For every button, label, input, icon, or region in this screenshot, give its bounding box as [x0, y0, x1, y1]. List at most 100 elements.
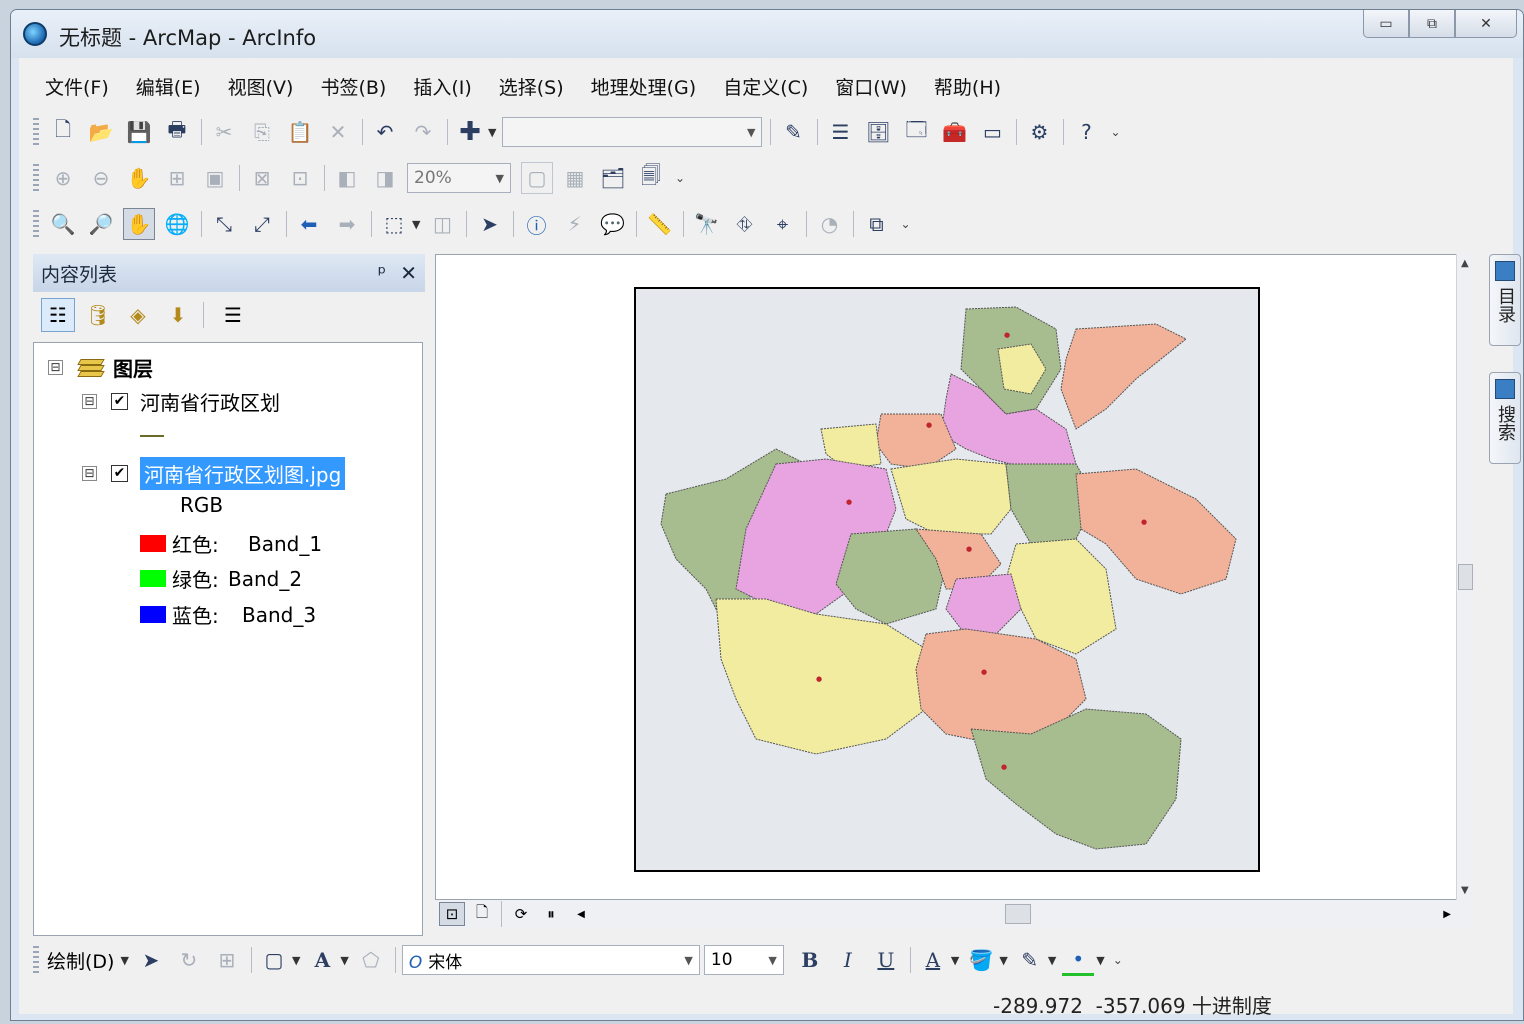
scroll-up-icon[interactable]: ▲ [1461, 258, 1469, 269]
toolbar-options-icon[interactable]: ⌄ [1113, 953, 1123, 967]
toolbar-options-icon[interactable]: ⌄ [675, 171, 685, 185]
layer-henan-jpg[interactable]: ⊟ ✔ 河南省行政区划图.jpg [82, 457, 346, 490]
delete-icon[interactable]: ✕ [322, 116, 354, 148]
menu-edit[interactable]: 编辑(E) [136, 73, 201, 100]
line-symbol[interactable] [140, 431, 164, 441]
change-layout-icon[interactable]: 🗂 [597, 162, 629, 194]
toolbar-options-icon[interactable]: ⌄ [900, 217, 910, 231]
redo-icon[interactable]: ↷ [407, 116, 439, 148]
measure-icon[interactable]: 📏 [643, 208, 675, 240]
map-display[interactable]: ● ● ● ● ● ● ● ● [435, 254, 1473, 900]
text-icon[interactable]: A [306, 944, 338, 976]
time-slider-icon[interactable]: ◔ [813, 208, 845, 240]
fixed-zoom-in-icon[interactable]: ⤡ [208, 208, 240, 240]
editor-toolbar-icon[interactable]: ✎ [777, 116, 809, 148]
zoom-in-icon[interactable]: 🔍 [47, 208, 79, 240]
draw-menu-dropdown-icon[interactable]: ▼ [120, 954, 128, 967]
identify-icon[interactable]: ⓘ [520, 208, 552, 240]
line-color-icon[interactable]: ✎ [1014, 944, 1046, 976]
band-green-row[interactable]: 绿色: Band_2 [140, 564, 302, 593]
vertical-scroll-thumb[interactable] [1458, 564, 1473, 590]
zoom-to-selected-elements-icon[interactable]: ⊞ [211, 944, 243, 976]
toolbar-grip[interactable] [33, 210, 39, 238]
minimize-button[interactable]: ▭ [1363, 10, 1409, 38]
menu-windows[interactable]: 窗口(W) [835, 73, 907, 100]
layer-name-selected[interactable]: 河南省行政区划图.jpg [140, 457, 346, 490]
search-tab[interactable]: 搜索 [1489, 372, 1521, 464]
font-size-combo[interactable]: 10 ▼ [703, 945, 784, 975]
go-forward-icon[interactable]: ➡ [331, 208, 363, 240]
add-data-icon[interactable]: ✚ [454, 116, 486, 148]
cut-icon[interactable]: ✂ [208, 116, 240, 148]
html-popup-icon[interactable]: 💬 [596, 208, 628, 240]
layer-name[interactable]: 河南省行政区划 [140, 387, 280, 416]
menu-bookmarks[interactable]: 书签(B) [320, 73, 386, 100]
maximize-button[interactable]: ⧉ [1409, 10, 1455, 38]
collapse-icon[interactable]: ⊟ [82, 466, 97, 481]
font-color-dropdown-icon[interactable]: ▼ [951, 954, 959, 967]
catalog-window-icon[interactable]: 🗄 [862, 116, 894, 148]
python-window-icon[interactable]: ▭ [976, 116, 1008, 148]
list-by-source-icon[interactable]: 🛢 [81, 298, 115, 332]
add-data-dropdown-icon[interactable]: ▼ [488, 126, 496, 139]
layer-visibility-checkbox[interactable]: ✔ [111, 465, 128, 482]
list-by-visibility-icon[interactable]: ◈ [121, 298, 155, 332]
collapse-icon[interactable]: ⊟ [48, 360, 63, 375]
select-features-icon[interactable]: ⬚ [378, 208, 410, 240]
toggle-draft-mode-icon[interactable]: ▢ [521, 162, 553, 194]
data-driven-pages-icon[interactable]: 🗐 [635, 162, 667, 194]
options-icon[interactable]: ☰ [216, 298, 250, 332]
editor-scale-combo[interactable]: ▼ [502, 117, 763, 147]
marker-color-icon[interactable]: • [1062, 944, 1095, 976]
hyperlink-icon[interactable]: ⚡ [558, 208, 590, 240]
toolbar-grip[interactable] [33, 118, 39, 146]
title-bar[interactable]: 无标题 - ArcMap - ArcInfo ▭ ⧉ ✕ [11, 10, 1523, 58]
data-view-icon[interactable]: ⊡ [439, 902, 465, 926]
rectangle-icon[interactable]: ▢ [258, 944, 290, 976]
pause-drawing-icon[interactable]: ⏸ [538, 902, 564, 926]
menu-geoprocessing[interactable]: 地理处理(G) [591, 73, 697, 100]
layer-henan-boundaries[interactable]: ⊟ ✔ 河南省行政区划 [82, 387, 280, 416]
go-forward-extent-icon[interactable]: ◨ [369, 162, 401, 194]
pin-icon[interactable]: ᵖ [378, 261, 387, 285]
whats-this-help-icon[interactable]: ? [1070, 116, 1102, 148]
select-features-dropdown-icon[interactable]: ▼ [412, 218, 420, 231]
bold-button[interactable]: B [794, 944, 826, 976]
scroll-down-icon[interactable]: ▼ [1461, 885, 1469, 896]
search-window-icon[interactable]: 🗔 [900, 116, 932, 148]
fixed-zoom-in-icon[interactable]: ⊠ [246, 162, 278, 194]
toolbar-grip[interactable] [33, 164, 39, 192]
layer-visibility-checkbox[interactable]: ✔ [111, 393, 128, 410]
line-color-dropdown-icon[interactable]: ▼ [1048, 954, 1056, 967]
refresh-icon[interactable]: ⟳ [508, 902, 534, 926]
rectangle-dropdown-icon[interactable]: ▼ [292, 954, 300, 967]
menu-insert[interactable]: 插入(I) [413, 73, 471, 100]
select-elements-icon[interactable]: ➤ [473, 208, 505, 240]
edit-vertices-icon[interactable]: ⬠ [355, 944, 387, 976]
rotate-icon[interactable]: ↻ [173, 944, 205, 976]
toolbar-options-icon[interactable]: ⌄ [1110, 125, 1120, 139]
new-document-icon[interactable]: 🗋 [47, 116, 79, 148]
underline-button[interactable]: U [870, 944, 902, 976]
open-folder-icon[interactable]: 📂 [85, 116, 117, 148]
go-to-xy-icon[interactable]: ⌖ [766, 208, 798, 240]
menu-customize[interactable]: 自定义(C) [723, 73, 808, 100]
collapse-icon[interactable]: ⊟ [82, 394, 97, 409]
close-icon[interactable]: ✕ [400, 261, 417, 285]
fill-color-icon[interactable]: 🪣 [965, 944, 997, 976]
paste-icon[interactable]: 📋 [284, 116, 316, 148]
zoom-100-percent-icon[interactable]: ▣ [199, 162, 231, 194]
create-viewer-window-icon[interactable]: ⧉ [860, 208, 892, 240]
font-combo[interactable]: O 宋体 ▼ [401, 945, 700, 975]
marker-color-dropdown-icon[interactable]: ▼ [1096, 954, 1104, 967]
catalog-tab[interactable]: 目录 [1489, 254, 1521, 346]
close-button[interactable]: ✕ [1455, 10, 1517, 38]
horizontal-scroll-thumb[interactable] [1005, 904, 1031, 924]
zoom-percent-combo[interactable]: 20% ▼ [407, 163, 511, 193]
scroll-right-icon[interactable]: ▶ [1443, 909, 1451, 920]
vertical-scrollbar[interactable]: ▲ ▼ [1456, 254, 1473, 900]
layout-zoom-out-icon[interactable]: ⊖ [85, 162, 117, 194]
save-icon[interactable]: 💾 [123, 116, 155, 148]
menu-help[interactable]: 帮助(H) [934, 73, 1001, 100]
band-red-row[interactable]: 红色: Band_1 [140, 529, 322, 558]
